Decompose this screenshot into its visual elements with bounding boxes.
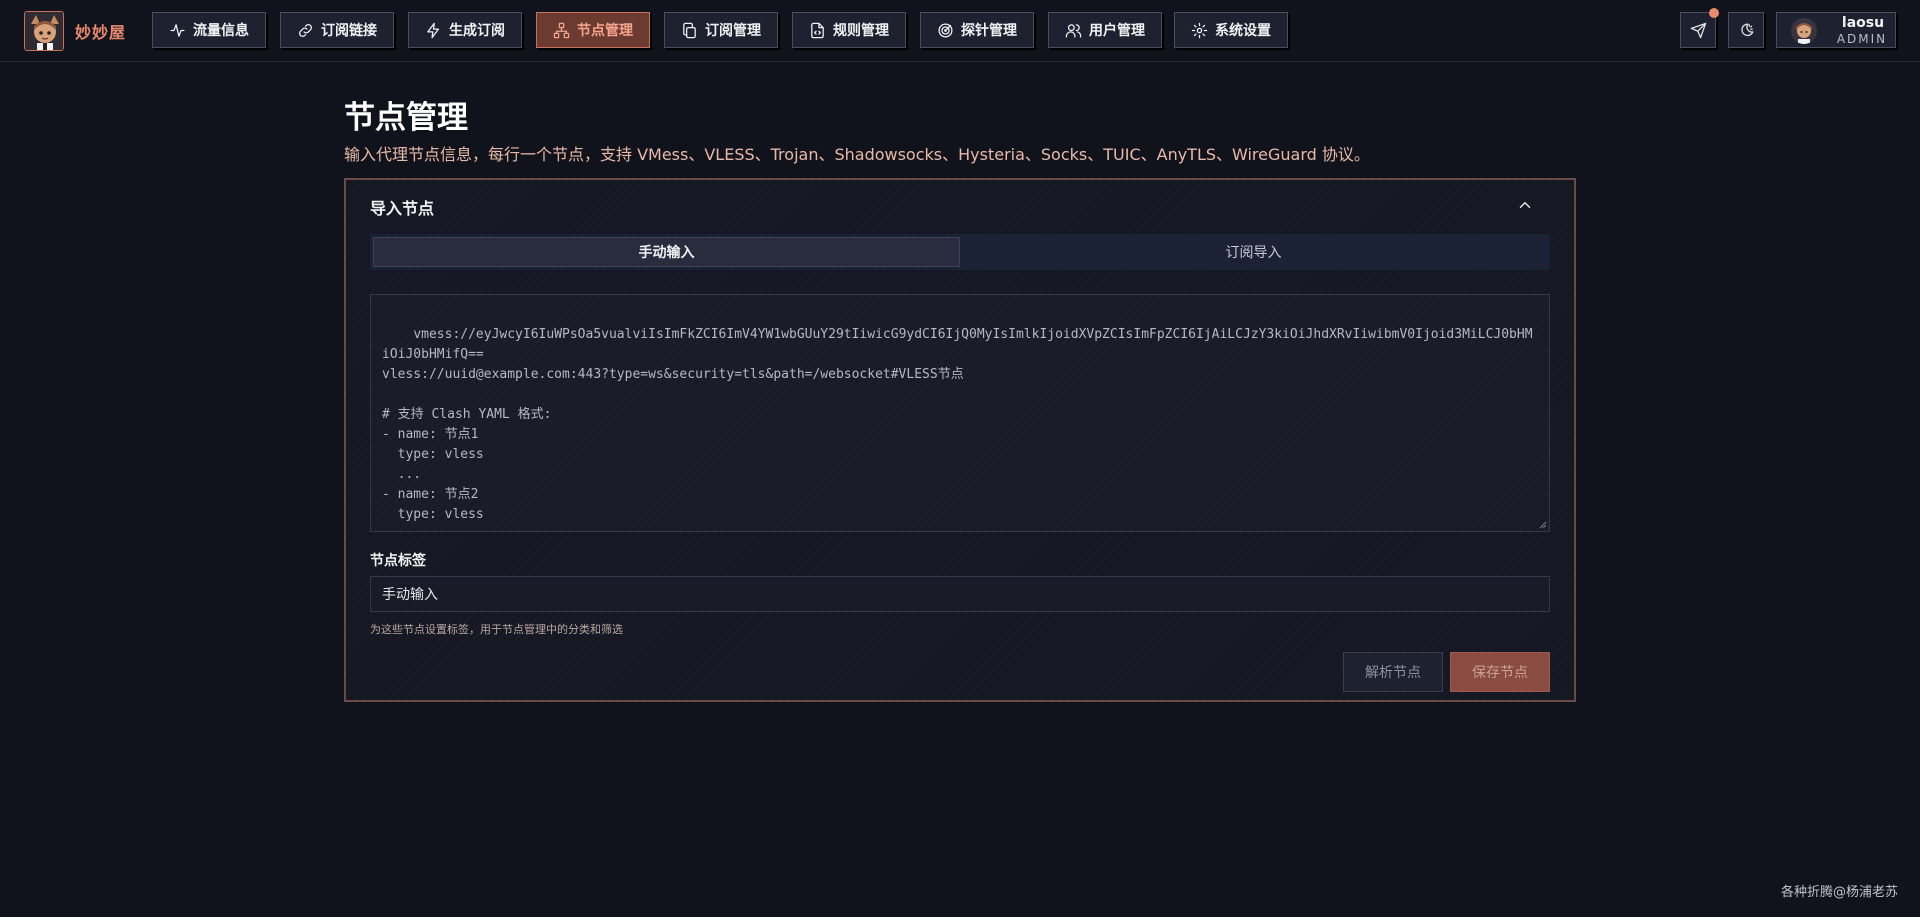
nav-label: 探针管理	[961, 23, 1017, 39]
nav-label: 生成订阅	[449, 23, 505, 39]
activity-icon	[170, 23, 185, 37]
radar-icon	[938, 22, 953, 38]
notification-badge	[1709, 8, 1719, 18]
textarea-placeholder: vmess://eyJwcyI6IuWPsOa5vualviIsImFkZCI6…	[382, 327, 1533, 531]
user-name: laosu	[1841, 15, 1885, 31]
save-nodes-button[interactable]: 保存节点	[1450, 652, 1550, 692]
import-mode-tabs: 手动输入 订阅导入	[370, 234, 1550, 270]
page-title: 节点管理	[344, 100, 468, 136]
nodes-textarea[interactable]: vmess://eyJwcyI6IuWPsOa5vualviIsImFkZCI6…	[370, 294, 1550, 532]
notifications-button[interactable]	[1680, 8, 1719, 48]
users-icon	[1065, 23, 1082, 38]
gear-icon	[1191, 22, 1208, 38]
avatar	[1791, 18, 1817, 44]
card-title: 导入节点	[370, 199, 435, 218]
zap-icon	[427, 22, 440, 38]
nav-label: 系统设置	[1215, 23, 1271, 39]
nav-probe-management[interactable]: 探针管理	[920, 12, 1034, 48]
nav-label: 流量信息	[193, 23, 249, 39]
nav-generate-subscription[interactable]: 生成订阅	[408, 12, 522, 48]
page-subtitle: 输入代理节点信息，每行一个节点，支持 VMess、VLESS、Trojan、Sh…	[344, 145, 1370, 164]
nav-label: 用户管理	[1089, 23, 1145, 39]
brand-name[interactable]: 妙妙屋	[75, 19, 126, 43]
brand-logo[interactable]	[24, 11, 64, 51]
watermark: 各种折腾@杨浦老苏	[1781, 885, 1899, 900]
send-icon	[1690, 22, 1706, 38]
nav-user-management[interactable]: 用户管理	[1048, 12, 1162, 48]
nav-rule-management[interactable]: 规则管理	[792, 12, 906, 48]
node-tag-label: 节点标签	[370, 553, 426, 569]
logo-mascot-icon	[25, 12, 63, 50]
user-role: ADMIN	[1836, 32, 1888, 46]
copy-icon	[683, 22, 696, 38]
resize-handle-icon[interactable]	[1539, 521, 1547, 529]
nav-label: 节点管理	[577, 23, 633, 39]
parse-nodes-button[interactable]: 解析节点	[1343, 652, 1443, 692]
nav-label: 订阅链接	[321, 23, 377, 39]
import-nodes-card: 导入节点 手动输入 订阅导入 vmess://eyJwcyI6IuWPsOa5v…	[344, 178, 1576, 702]
nav-node-management[interactable]: 节点管理	[536, 12, 650, 48]
network-icon	[553, 22, 570, 38]
nav-label: 规则管理	[833, 23, 889, 39]
tab-manual-input[interactable]: 手动输入	[373, 237, 960, 267]
collapse-button[interactable]	[1516, 196, 1534, 214]
link-icon	[299, 23, 312, 37]
node-tag-help: 为这些节点设置标签，用于节点管理中的分类和筛选	[370, 623, 623, 636]
nav-subscription-management[interactable]: 订阅管理	[664, 12, 778, 48]
node-tag-input[interactable]: 手动输入	[370, 576, 1550, 612]
nav-label: 订阅管理	[705, 23, 761, 39]
nav-traffic-info[interactable]: 流量信息	[152, 12, 266, 48]
node-tag-value: 手动输入	[382, 587, 438, 603]
nav-system-settings[interactable]: 系统设置	[1174, 12, 1288, 48]
file-code-icon	[811, 22, 824, 38]
theme-toggle-button[interactable]	[1728, 12, 1764, 48]
theme-toggle-icon	[1740, 22, 1754, 36]
nav-subscription-links[interactable]: 订阅链接	[280, 12, 394, 48]
tab-subscription-import[interactable]: 订阅导入	[960, 237, 1547, 267]
user-menu[interactable]: laosu ADMIN	[1776, 12, 1896, 48]
top-navigation-bar: 妙妙屋 流量信息 订阅链接 生成订阅 节点管理 订阅管理 规则管理 探针管理 用…	[0, 0, 1920, 62]
chevron-up-icon	[1519, 202, 1531, 208]
